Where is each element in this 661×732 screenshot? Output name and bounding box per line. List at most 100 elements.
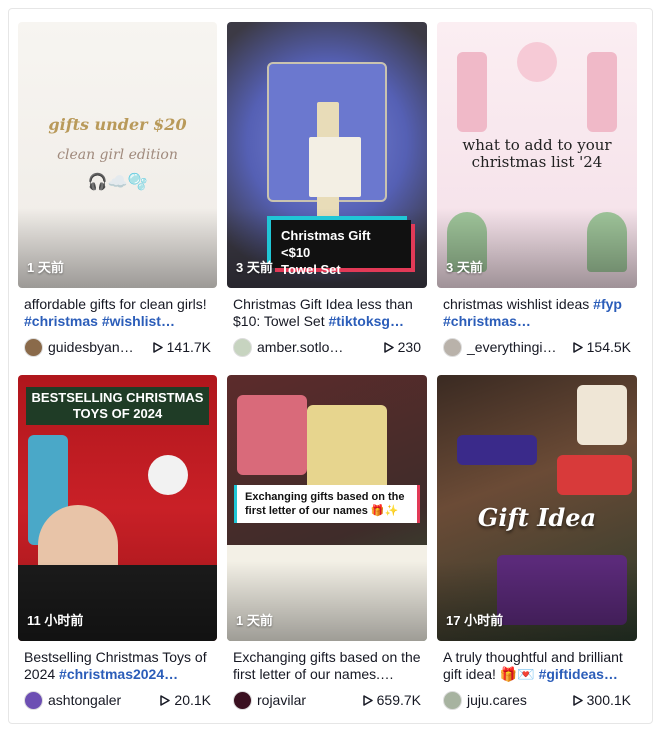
video-description[interactable]: Bestselling Christmas Toys of 2024 #chri… — [18, 649, 217, 683]
author[interactable]: ashtongaler — [24, 690, 121, 710]
description-text: christmas wishlist ideas — [443, 296, 594, 312]
author[interactable]: _everythingi… — [443, 337, 557, 357]
view-count: 300.1K — [572, 692, 631, 708]
ornament-shape — [517, 42, 557, 82]
chocolate-shape — [457, 435, 537, 465]
author[interactable]: juju.cares — [443, 690, 527, 710]
overlay-subtitle: clean girl edition — [57, 147, 178, 163]
views-value: 20.1K — [174, 692, 211, 708]
author-name[interactable]: _everythingi… — [467, 339, 557, 355]
video-card[interactable]: BESTSELLING CHRISTMAS TOYS OF 2024 11 小时… — [18, 375, 217, 719]
label-shape — [309, 137, 361, 197]
video-meta: _everythingi… 154.5K — [437, 337, 637, 357]
video-meta: rojavilar 659.7K — [227, 690, 427, 710]
house-shape — [577, 385, 627, 445]
video-description[interactable]: A truly thoughtful and brilliant gift id… — [437, 649, 637, 683]
play-icon — [152, 341, 163, 353]
overlay-title: Exchanging gifts based on the — [245, 491, 405, 503]
video-thumbnail[interactable]: BESTSELLING CHRISTMAS TOYS OF 2024 11 小时… — [18, 375, 217, 641]
author-name[interactable]: juju.cares — [467, 692, 527, 708]
author-name[interactable]: guidesbyan… — [48, 339, 134, 355]
overlay-title: Christmas Gift <$10 — [281, 228, 371, 260]
video-thumbnail[interactable]: Exchanging gifts based on the first lett… — [227, 375, 427, 641]
video-thumbnail[interactable]: Christmas Gift <$10 Towel Set 3 天前 — [227, 22, 427, 288]
video-meta: juju.cares 300.1K — [437, 690, 637, 710]
author-name[interactable]: rojavilar — [257, 692, 306, 708]
panda-shape — [148, 455, 188, 495]
description-text: affordable gifts for clean girls! — [24, 296, 207, 312]
video-thumbnail[interactable]: what to add to your christmas list '24 3… — [437, 22, 637, 288]
overlay-caption-box: Christmas Gift <$10 Towel Set — [271, 220, 411, 277]
post-time: 3 天前 — [236, 260, 273, 275]
views-value: 141.7K — [166, 339, 211, 355]
author[interactable]: guidesbyan… — [24, 337, 134, 357]
overlay-title: Gift Idea — [477, 503, 597, 532]
video-description[interactable]: christmas wishlist ideas #fyp #christmas… — [437, 296, 637, 330]
thumbnail-shade — [227, 561, 427, 641]
video-thumbnail[interactable]: Gift Idea 17 小时前 — [437, 375, 637, 641]
avatar[interactable] — [233, 337, 252, 357]
play-icon — [572, 694, 583, 706]
post-time: 3 天前 — [446, 260, 483, 275]
views-value: 230 — [397, 339, 421, 355]
nutcracker-shape — [587, 52, 617, 132]
gift-bag-shape — [237, 395, 307, 475]
overlay-line-1: what to add to your — [462, 136, 612, 154]
overlay-title: what to add to your christmas list '24 — [437, 137, 637, 171]
view-count: 230 — [383, 339, 421, 355]
author-name[interactable]: amber.sotlo… — [257, 339, 343, 355]
video-meta: amber.sotlo… 230 — [227, 337, 427, 357]
views-value: 154.5K — [586, 339, 631, 355]
thumbnail-shade — [437, 561, 637, 641]
video-card[interactable]: Christmas Gift <$10 Towel Set 3 天前 Chris… — [227, 22, 427, 366]
avatar[interactable] — [443, 337, 462, 357]
overlay-subtitle: Towel Set — [281, 262, 341, 277]
post-time: 1 天前 — [27, 260, 64, 275]
video-card[interactable]: what to add to your christmas list '24 3… — [437, 22, 637, 366]
thumbnail-shade — [18, 561, 217, 641]
video-card[interactable]: Exchanging gifts based on the first lett… — [227, 375, 427, 719]
post-time: 1 天前 — [236, 613, 273, 628]
author-name[interactable]: ashtongaler — [48, 692, 121, 708]
play-icon — [160, 694, 171, 706]
hashtags[interactable]: #christmas2024… — [59, 666, 178, 682]
view-count: 20.1K — [160, 692, 211, 708]
view-count: 154.5K — [572, 339, 631, 355]
video-description[interactable]: Christmas Gift Idea less than $10: Towel… — [227, 296, 427, 330]
hashtags[interactable]: #giftideas… — [539, 666, 618, 682]
overlay-emoji: 🎧☁️🫧 — [87, 174, 148, 191]
overlay-title: gifts under $20 — [48, 115, 187, 134]
description-text: Exchanging gifts based on the first lett… — [233, 649, 421, 682]
hashtags[interactable]: #tiktoksg… — [328, 313, 403, 329]
overlay-caption-box: BESTSELLING CHRISTMAS TOYS OF 2024 — [26, 387, 209, 425]
video-meta: guidesbyan… 141.7K — [18, 337, 217, 357]
overlay-line-2: christmas list '24 — [471, 153, 603, 171]
post-time: 11 小时前 — [27, 613, 84, 628]
post-time: 17 小时前 — [446, 613, 504, 628]
nutcracker-shape — [457, 52, 487, 132]
video-grid: gifts under $20 clean girl edition 🎧☁️🫧 … — [18, 22, 637, 719]
view-count: 659.7K — [362, 692, 421, 708]
avatar[interactable] — [24, 690, 43, 710]
overlay-caption-box: Exchanging gifts based on the first lett… — [237, 485, 417, 523]
thumbnail-shade — [437, 208, 637, 288]
play-icon — [572, 341, 583, 353]
views-value: 659.7K — [376, 692, 421, 708]
hashtags[interactable]: #christmas #wishlist… — [24, 313, 175, 329]
overlay-title: BESTSELLING CHRISTMAS — [31, 390, 204, 405]
avatar[interactable] — [443, 690, 462, 710]
video-meta: ashtongaler 20.1K — [18, 690, 217, 710]
avatar[interactable] — [24, 337, 43, 357]
video-thumbnail[interactable]: gifts under $20 clean girl edition 🎧☁️🫧 … — [18, 22, 217, 288]
video-card[interactable]: gifts under $20 clean girl edition 🎧☁️🫧 … — [18, 22, 217, 366]
author[interactable]: rojavilar — [233, 690, 306, 710]
overlay-subtitle: TOYS OF 2024 — [72, 406, 163, 421]
avatar[interactable] — [233, 690, 252, 710]
overlay-subtitle: first letter of our names 🎁✨ — [245, 505, 399, 517]
video-description[interactable]: affordable gifts for clean girls! #chris… — [18, 296, 217, 330]
video-card[interactable]: Gift Idea 17 小时前 A truly thoughtful and … — [437, 375, 637, 719]
author[interactable]: amber.sotlo… — [233, 337, 343, 357]
gift-bag-shape — [307, 405, 387, 495]
video-description[interactable]: Exchanging gifts based on the first lett… — [227, 649, 427, 683]
view-count: 141.7K — [152, 339, 211, 355]
